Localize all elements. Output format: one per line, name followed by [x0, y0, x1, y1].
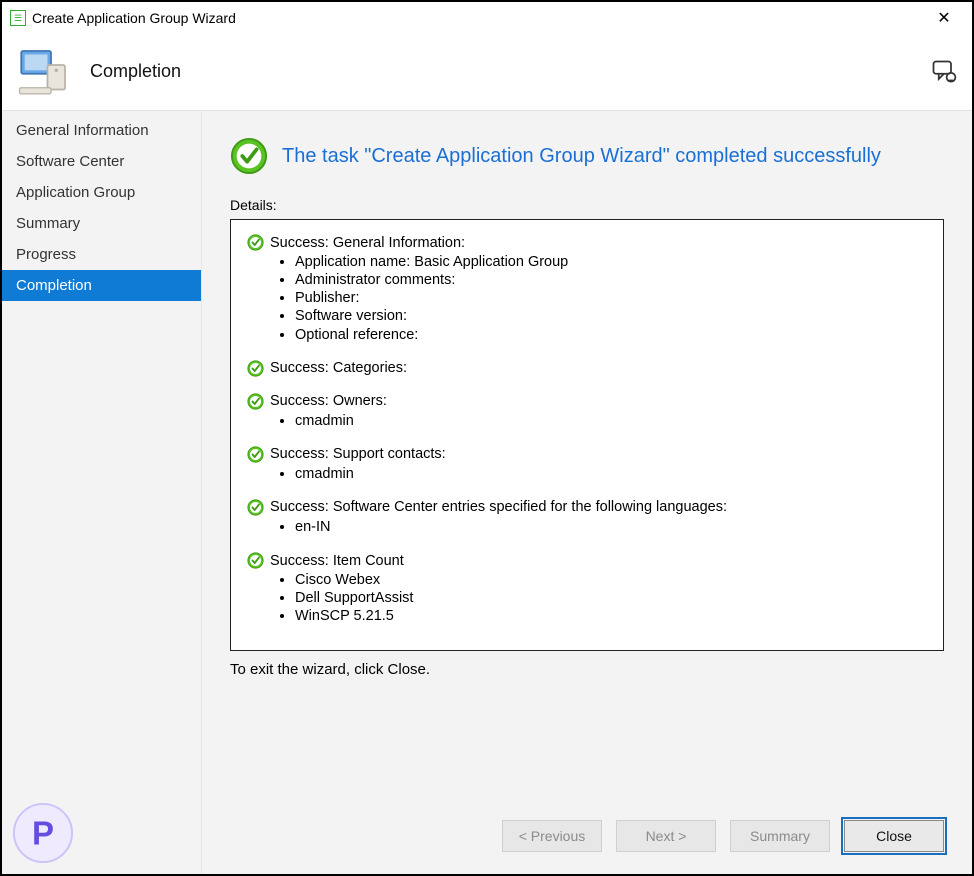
section-item: Administrator comments:: [295, 271, 927, 289]
titlebar: ☰ Create Application Group Wizard ✕: [2, 2, 972, 34]
section-header: Success: Item Count: [247, 552, 927, 569]
section-items: cmadmin: [295, 465, 927, 483]
section-title: Success: Item Count: [270, 553, 404, 569]
computer-icon: [16, 44, 72, 100]
section-item: WinSCP 5.21.5: [295, 607, 927, 625]
section-item: Dell SupportAssist: [295, 589, 927, 607]
success-check-icon: [247, 446, 264, 463]
section-item: en-IN: [295, 518, 927, 536]
success-check-icon: [247, 499, 264, 516]
page-title: Completion: [90, 61, 181, 82]
sidebar-step-software-center[interactable]: Software Center: [2, 146, 201, 177]
section-title: Success: Categories:: [270, 360, 407, 376]
details-box: Success: General Information: Application…: [230, 219, 944, 651]
feedback-icon[interactable]: [930, 58, 958, 86]
section-header: Success: Categories:: [247, 360, 927, 377]
section-item: Application name: Basic Application Grou…: [295, 253, 927, 271]
section-item: cmadmin: [295, 465, 927, 483]
section-title: Success: Owners:: [270, 393, 387, 409]
section-item: Optional reference:: [295, 326, 927, 344]
sidebar-step-general-information[interactable]: General Information: [2, 115, 201, 146]
next-button: Next >: [616, 820, 716, 852]
completion-message: The task "Create Application Group Wizar…: [282, 145, 881, 168]
button-row: < Previous Next > Summary Close: [502, 820, 944, 852]
details-section: Success: Categories:: [247, 360, 927, 377]
section-item: Cisco Webex: [295, 571, 927, 589]
success-check-icon: [247, 552, 264, 569]
svg-text:P: P: [32, 815, 54, 852]
exit-instruction: To exit the wizard, click Close.: [230, 661, 944, 678]
close-button[interactable]: Close: [844, 820, 944, 852]
details-section: Success: Owners: cmadmin: [247, 393, 927, 430]
sidebar-step-application-group[interactable]: Application Group: [2, 177, 201, 208]
watermark-logo: P: [12, 802, 74, 864]
section-items: Cisco WebexDell SupportAssistWinSCP 5.21…: [295, 571, 927, 625]
sidebar-step-progress[interactable]: Progress: [2, 239, 201, 270]
window-title: Create Application Group Wizard: [32, 10, 924, 26]
section-item: Software version:: [295, 307, 927, 325]
details-label: Details:: [230, 197, 944, 213]
details-section: Success: Support contacts: cmadmin: [247, 446, 927, 483]
section-item: cmadmin: [295, 412, 927, 430]
success-check-icon: [247, 393, 264, 410]
section-header: Success: Support contacts:: [247, 446, 927, 463]
section-header: Success: Owners:: [247, 393, 927, 410]
section-header: Success: Software Center entries specifi…: [247, 499, 927, 516]
success-check-icon: [247, 234, 264, 251]
app-icon: ☰: [10, 10, 26, 26]
section-title: Success: General Information:: [270, 235, 465, 251]
main-panel: The task "Create Application Group Wizar…: [202, 111, 972, 874]
section-items: cmadmin: [295, 412, 927, 430]
success-check-icon: [230, 137, 268, 175]
section-title: Success: Support contacts:: [270, 446, 446, 462]
sidebar: General InformationSoftware CenterApplic…: [2, 111, 202, 874]
section-items: Application name: Basic Application Grou…: [295, 253, 927, 344]
section-item: Publisher:: [295, 289, 927, 307]
sidebar-step-summary[interactable]: Summary: [2, 208, 201, 239]
banner: Completion: [2, 34, 972, 110]
window-close-button[interactable]: ✕: [924, 8, 964, 28]
previous-button: < Previous: [502, 820, 602, 852]
success-check-icon: [247, 360, 264, 377]
details-section: Success: Software Center entries specifi…: [247, 499, 927, 536]
details-section: Success: Item Count Cisco WebexDell Suppo…: [247, 552, 927, 625]
sidebar-step-completion: Completion: [2, 270, 201, 301]
summary-button: Summary: [730, 820, 830, 852]
section-title: Success: Software Center entries specifi…: [270, 499, 727, 515]
section-header: Success: General Information:: [247, 234, 927, 251]
section-items: en-IN: [295, 518, 927, 536]
details-section: Success: General Information: Application…: [247, 234, 927, 344]
